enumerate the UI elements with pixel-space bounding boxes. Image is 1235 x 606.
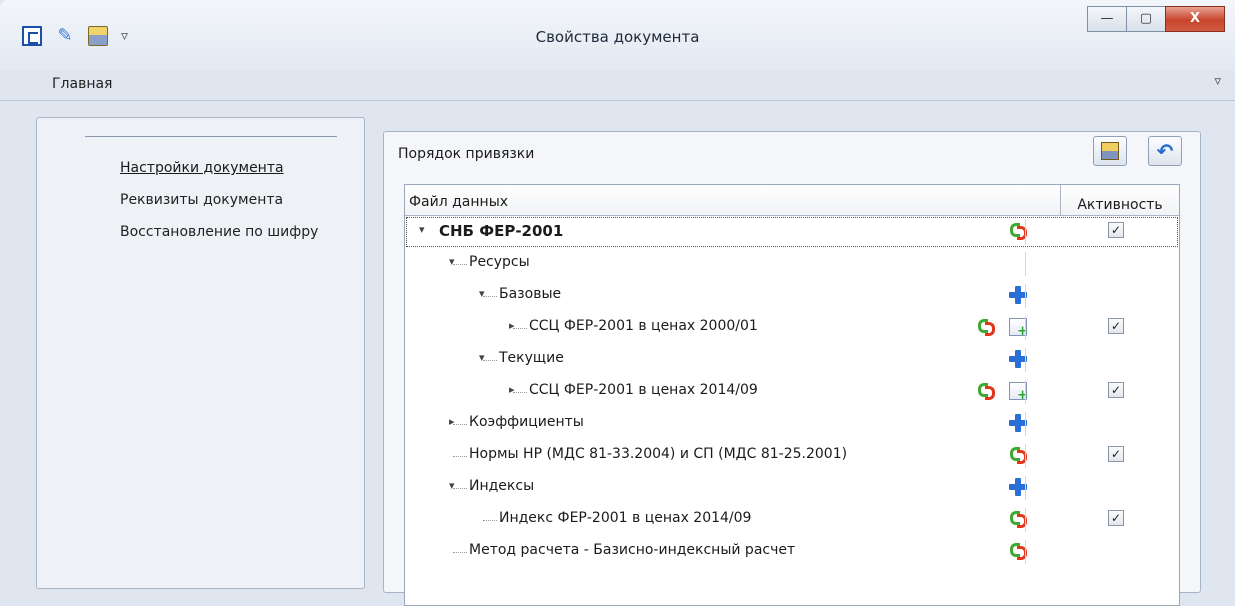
- save-button[interactable]: [1093, 136, 1127, 166]
- binding-order-group: Порядок привязки ↶ Файл данных Активност…: [383, 131, 1201, 606]
- tree-row[interactable]: ▸ Коэффициенты: [405, 408, 1179, 440]
- ribbon-divider: [0, 100, 1235, 101]
- refresh-icon[interactable]: [977, 382, 995, 400]
- tab-home[interactable]: Главная: [52, 76, 112, 92]
- column-header-data-file[interactable]: Файл данных: [409, 194, 508, 210]
- tree-connector: [513, 328, 527, 329]
- cell-divider: [1025, 284, 1026, 308]
- navigation-panel: Настройки документа Реквизиты документа …: [36, 117, 365, 589]
- nav-item-document-details[interactable]: Реквизиты документа: [120, 192, 318, 212]
- nav-item-document-settings[interactable]: Настройки документа: [120, 160, 318, 180]
- active-checkbox[interactable]: ✓: [1108, 382, 1124, 398]
- tree-row-label: Текущие: [499, 350, 564, 366]
- grid-body: ▾ СНБ ФЕР-2001 ✓ ▾ Ресурсы ▾ Базовые ▸ ССЦ ФЕР-2…: [405, 216, 1179, 568]
- tree-row[interactable]: ▾ Ресурсы: [405, 248, 1179, 280]
- tree-row[interactable]: ▸ ССЦ ФЕР-2001 в ценах 2014/09 ✓: [405, 376, 1179, 408]
- tree-row-label: СНБ ФЕР-2001: [439, 222, 564, 240]
- tree-row[interactable]: Индекс ФЕР-2001 в ценах 2014/09 ✓: [405, 504, 1179, 536]
- tree-row-label: Коэффициенты: [469, 414, 584, 430]
- nav-divider: [85, 136, 337, 137]
- tree-row[interactable]: ▾ СНБ ФЕР-2001 ✓: [405, 216, 1179, 248]
- expand-arrow-icon[interactable]: ▸: [449, 415, 455, 428]
- data-files-tree-grid: Файл данных Активность ▾ СНБ ФЕР-2001 ✓ ▾ Ре…: [404, 184, 1180, 606]
- cell-divider: [1025, 508, 1026, 532]
- collapse-arrow-icon[interactable]: ▾: [479, 351, 485, 364]
- undo-button[interactable]: ↶: [1148, 136, 1182, 166]
- tree-row-label: Ресурсы: [469, 254, 530, 270]
- active-checkbox[interactable]: ✓: [1108, 446, 1124, 462]
- tree-row[interactable]: ▸ ССЦ ФЕР-2001 в ценах 2000/01 ✓: [405, 312, 1179, 344]
- active-checkbox[interactable]: ✓: [1108, 510, 1124, 526]
- tree-row[interactable]: Метод расчета - Базисно-индексный расчет: [405, 536, 1179, 568]
- column-header-active[interactable]: Активность: [1060, 185, 1179, 215]
- tree-connector: [453, 488, 467, 489]
- collapse-arrow-icon[interactable]: ▾: [419, 223, 425, 236]
- tree-row[interactable]: ▾ Базовые: [405, 280, 1179, 312]
- tree-row-label: Базовые: [499, 286, 562, 302]
- tree-connector: [513, 392, 527, 393]
- active-checkbox[interactable]: ✓: [1108, 318, 1124, 334]
- group-title: Порядок привязки: [398, 146, 535, 162]
- tree-connector: [453, 424, 467, 425]
- tree-row-label: Индексы: [469, 478, 535, 494]
- refresh-icon[interactable]: [977, 318, 995, 336]
- tree-connector: [483, 296, 497, 297]
- cell-divider: [1025, 316, 1026, 340]
- expand-arrow-icon[interactable]: ▸: [509, 319, 515, 332]
- cell-divider: [1025, 380, 1026, 404]
- tree-connector: [483, 520, 497, 521]
- close-button[interactable]: X: [1165, 6, 1225, 32]
- tree-connector: [453, 456, 467, 457]
- cell-divider: [1025, 348, 1026, 372]
- cell-divider: [1025, 412, 1026, 436]
- cell-divider: [1025, 476, 1026, 500]
- cell-divider: [1025, 252, 1026, 276]
- cell-divider: [1025, 220, 1026, 244]
- collapse-arrow-icon[interactable]: ▾: [479, 287, 485, 300]
- expand-arrow-icon[interactable]: ▸: [509, 383, 515, 396]
- tree-row-label: ССЦ ФЕР-2001 в ценах 2000/01: [529, 318, 758, 334]
- tree-row[interactable]: ▾ Текущие: [405, 344, 1179, 376]
- nav-list: Настройки документа Реквизиты документа …: [120, 160, 318, 256]
- tree-row-label: Нормы НР (МДС 81-33.2004) и СП (МДС 81-2…: [469, 446, 848, 462]
- tree-connector: [453, 552, 467, 553]
- collapse-arrow-icon[interactable]: ▾: [449, 479, 455, 492]
- tree-row[interactable]: ▾ Индексы: [405, 472, 1179, 504]
- window-controls: — ▢ X: [1087, 6, 1225, 32]
- tree-row-label: ССЦ ФЕР-2001 в ценах 2014/09: [529, 382, 758, 398]
- minimize-button[interactable]: —: [1087, 6, 1127, 32]
- tree-row[interactable]: Нормы НР (МДС 81-33.2004) и СП (МДС 81-2…: [405, 440, 1179, 472]
- tree-row-label: Метод расчета - Базисно-индексный расчет: [469, 542, 796, 558]
- tree-connector: [483, 360, 497, 361]
- cell-divider: [1025, 540, 1026, 564]
- cell-divider: [1025, 444, 1026, 468]
- title-bar: ✎ ▿ Свойства документа — ▢ X: [0, 0, 1235, 70]
- active-checkbox[interactable]: ✓: [1108, 222, 1124, 238]
- collapse-arrow-icon[interactable]: ▾: [449, 255, 455, 268]
- tree-connector: [453, 264, 467, 265]
- nav-item-restore-by-code[interactable]: Восстановление по шифру: [120, 224, 318, 244]
- ribbon-collapse-icon[interactable]: ▿: [1214, 74, 1221, 89]
- grid-header: Файл данных Активность: [405, 185, 1179, 216]
- maximize-button[interactable]: ▢: [1126, 6, 1166, 32]
- tree-row-label: Индекс ФЕР-2001 в ценах 2014/09: [499, 510, 752, 526]
- floppy-disk-icon: [1101, 142, 1119, 160]
- window-title: Свойства документа: [535, 28, 700, 46]
